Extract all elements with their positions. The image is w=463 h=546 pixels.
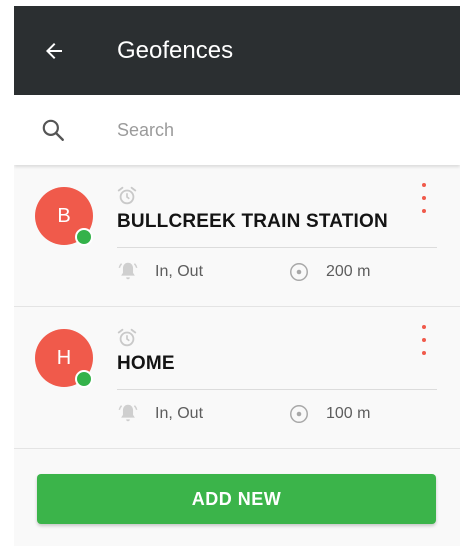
geofence-name: BULLCREEK TRAIN STATION	[117, 211, 388, 232]
notification-bell-icon	[118, 262, 138, 280]
radius-target-icon	[290, 263, 308, 281]
dot-icon	[422, 196, 426, 200]
dot-icon	[422, 338, 426, 342]
more-options-button[interactable]	[414, 325, 434, 355]
divider	[117, 247, 437, 248]
geofence-radius: 200 m	[326, 263, 371, 280]
more-options-button[interactable]	[414, 183, 434, 213]
status-dot	[75, 228, 93, 246]
app-bar: Geofences	[14, 6, 460, 95]
geofence-triggers: In, Out	[155, 263, 204, 280]
geofence-radius: 100 m	[326, 405, 371, 422]
geofence-triggers: In, Out	[155, 405, 204, 422]
alarm-clock-icon	[117, 328, 137, 347]
add-new-button[interactable]: ADD NEW	[37, 474, 436, 524]
geofence-name: HOME	[117, 353, 175, 374]
dot-icon	[422, 209, 426, 213]
notification-bell-icon	[118, 404, 138, 422]
back-button[interactable]	[38, 35, 70, 67]
app-screen: Geofences B BULLCREEK TRAIN STATION	[14, 6, 460, 546]
geofence-item[interactable]: B BULLCREEK TRAIN STATION In, Out 200 m	[14, 165, 460, 307]
status-dot	[75, 370, 93, 388]
dot-icon	[422, 351, 426, 355]
search-icon	[42, 119, 64, 141]
search-bar	[14, 95, 460, 165]
dot-icon	[422, 183, 426, 187]
dot-icon	[422, 325, 426, 329]
page-title: Geofences	[117, 37, 234, 64]
divider	[117, 389, 437, 390]
radius-target-icon	[290, 405, 308, 423]
row-divider	[14, 448, 460, 449]
arrow-left-icon	[46, 43, 62, 59]
search-input[interactable]	[117, 116, 417, 144]
alarm-clock-icon	[117, 186, 137, 205]
geofence-item[interactable]: H HOME In, Out 100 m	[14, 307, 460, 449]
